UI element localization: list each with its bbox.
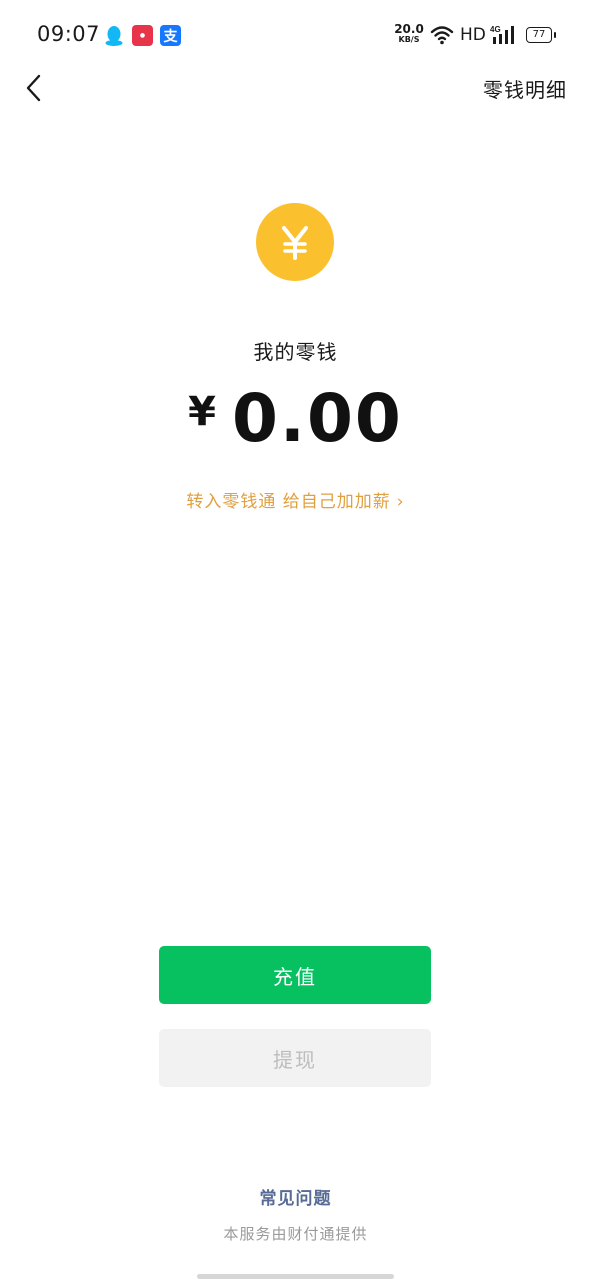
chevron-right-icon: › [396,492,405,512]
status-time: 09:07 [37,22,101,46]
home-indicator[interactable] [197,1274,394,1279]
back-button[interactable] [14,70,54,110]
balance-amount: 0.00 [232,380,403,457]
provider-note: 本服务由财付通提供 [223,1225,368,1243]
network-speed: 20.0 KB/S [394,23,424,44]
wifi-icon [430,25,454,49]
change-details-link[interactable]: 零钱明细 [483,74,567,103]
signal-label: 4G [490,25,501,34]
balance-label: 我的零钱 [253,340,338,364]
status-bar: 09:07 ● 支 20.0 KB/S HD 4G 77 [0,0,591,72]
promo-text: 转入零钱通 给自己加加薪 [186,492,391,512]
withdraw-button[interactable]: 提现 [159,1029,431,1087]
faq-link[interactable]: 常见问题 [0,1184,591,1209]
network-speed-value: 20.0 [394,22,424,36]
balance-amount-row: ¥ 0.00 [0,380,591,457]
coin-icon [256,203,334,281]
recharge-button[interactable]: 充值 [159,946,431,1004]
battery-indicator: 77 [526,27,556,43]
currency-symbol: ¥ [188,388,216,435]
lingqiantong-promo-link[interactable]: 转入零钱通 给自己加加薪 › [0,487,591,512]
signal-icon: 4G [490,24,518,50]
red-app-icon: ● [132,25,153,46]
qq-icon [103,25,124,46]
alipay-icon: 支 [160,25,181,46]
hd-label: HD [460,25,486,45]
network-speed-unit: KB/S [398,35,420,44]
chevron-left-icon [25,74,43,106]
